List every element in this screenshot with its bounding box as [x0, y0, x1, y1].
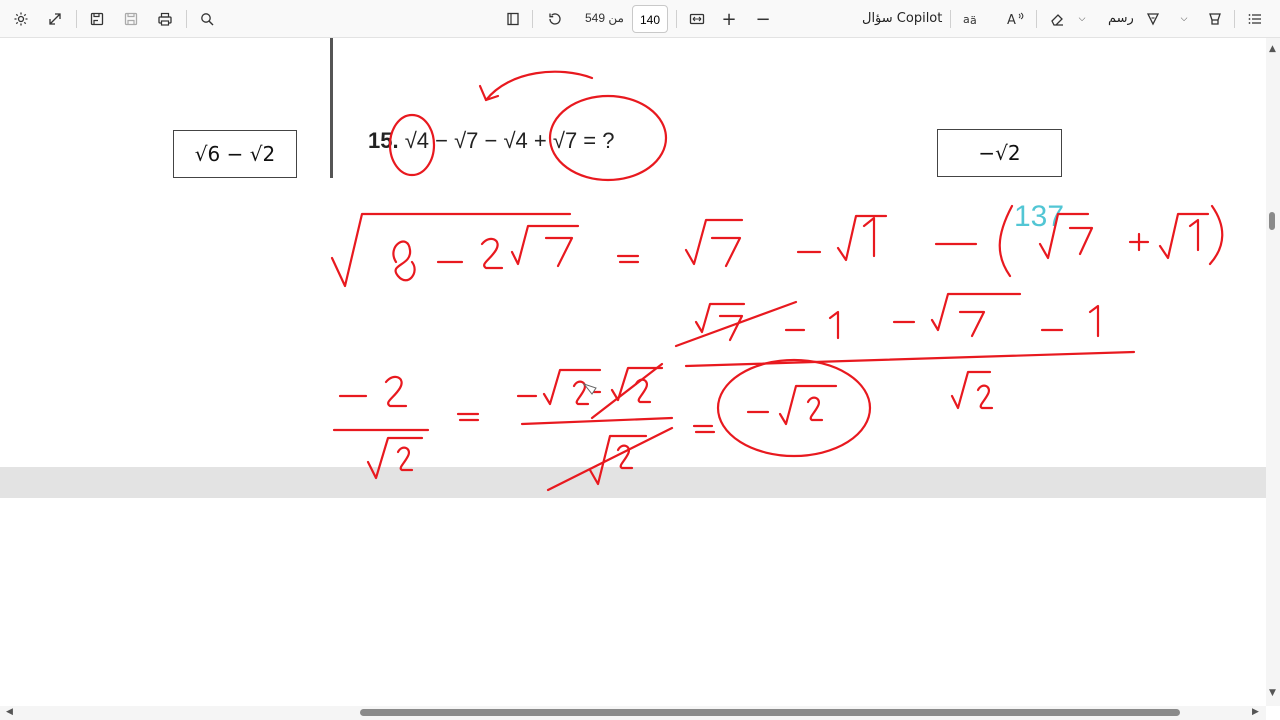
question-expression: √4 − √7 − √4 + √7 = ?	[404, 128, 615, 153]
svg-text:ä: ä	[970, 14, 977, 27]
zoom-out-icon[interactable]: −	[752, 7, 774, 31]
erase-icon[interactable]	[1046, 7, 1068, 31]
read-aloud-icon[interactable]: A	[1004, 7, 1028, 31]
scroll-left-arrow-icon[interactable]: ◀	[6, 707, 13, 717]
ask-copilot-button[interactable]: سؤال Copilot	[862, 11, 942, 26]
vertical-scroll-thumb[interactable]	[1269, 212, 1275, 230]
expand-icon[interactable]	[44, 7, 66, 31]
print-icon[interactable]	[154, 7, 176, 31]
question-number: 15.	[368, 128, 399, 153]
scroll-right-arrow-icon[interactable]: ▶	[1252, 707, 1259, 717]
settings-icon[interactable]	[10, 7, 32, 31]
fit-width-icon[interactable]	[686, 7, 708, 31]
svg-text:A: A	[1007, 13, 1016, 27]
save-as-icon[interactable]	[86, 7, 108, 31]
vertical-scrollbar[interactable]	[1266, 38, 1280, 706]
rotate-icon[interactable]	[544, 7, 566, 31]
translate-icon[interactable]: aä	[960, 7, 984, 31]
page-gap	[0, 467, 1266, 498]
pdf-toolbar: من 549 140 + − سؤال Copilot aä A ⌵ رسم ⌵	[0, 0, 1280, 38]
zoom-in-icon[interactable]: +	[718, 7, 740, 31]
draw-button[interactable]: رسم	[1108, 11, 1134, 26]
page-number-input[interactable]: 140	[632, 5, 668, 33]
answer-choice-left: √6 − √2	[173, 130, 297, 178]
page-total: من 549	[585, 11, 624, 25]
svg-text:a: a	[963, 13, 970, 26]
page-overlay-number: 137	[1014, 200, 1065, 233]
scroll-up-arrow-icon[interactable]: ▲	[1269, 44, 1276, 54]
horizontal-scroll-thumb[interactable]	[360, 709, 1180, 716]
highlight-icon[interactable]	[1204, 7, 1226, 31]
question-15: 15. √4 − √7 − √4 + √7 = ?	[368, 128, 614, 154]
search-icon[interactable]	[196, 7, 218, 31]
draw-icon[interactable]	[1142, 7, 1164, 31]
chevron-down-icon[interactable]: ⌵	[1074, 7, 1090, 31]
contents-icon[interactable]	[1244, 7, 1266, 31]
chevron-down-icon[interactable]: ⌵	[1176, 7, 1192, 31]
answer-choice-right: −√2	[937, 129, 1062, 177]
scroll-down-arrow-icon[interactable]: ▼	[1269, 688, 1276, 698]
page-divider	[330, 38, 333, 178]
save-icon[interactable]	[120, 7, 142, 31]
page-fit-icon[interactable]	[502, 7, 524, 31]
